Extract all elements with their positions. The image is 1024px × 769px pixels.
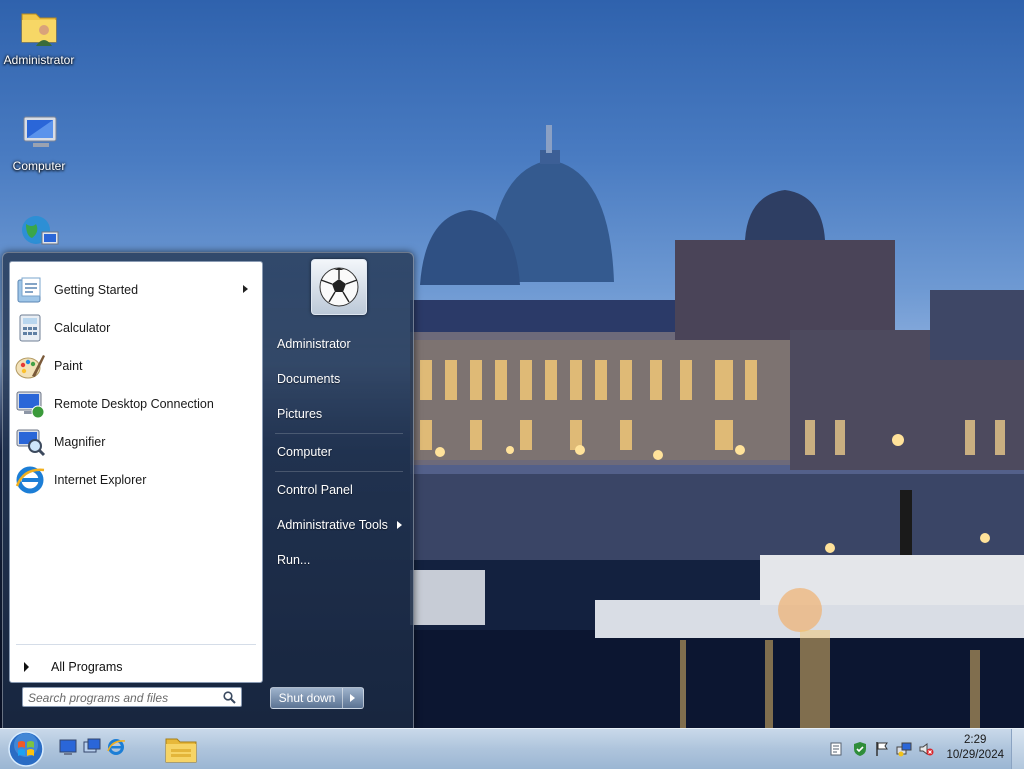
program-label: Getting Started: [54, 283, 139, 297]
desktop-icon-administrator[interactable]: Administrator: [0, 6, 78, 67]
chevron-right-icon: [350, 694, 355, 702]
link-administrative-tools[interactable]: Administrative Tools: [277, 518, 388, 532]
clock-time: 2:29: [964, 734, 987, 746]
link-computer[interactable]: Computer: [277, 445, 332, 459]
programs-separator: [16, 644, 256, 645]
program-label: Magnifier: [54, 435, 106, 449]
link-pictures[interactable]: Pictures: [277, 407, 322, 421]
links-separator: [275, 433, 403, 434]
start-menu: Getting Started Calculator Paint Remote …: [2, 252, 414, 730]
taskbar: 2:29 10/29/2024: [0, 728, 1024, 769]
search-placeholder: Search programs and files: [28, 691, 169, 705]
program-label: Calculator: [54, 321, 111, 335]
volume-muted-icon[interactable]: [918, 741, 934, 757]
desktop-icon-computer[interactable]: Computer: [0, 112, 78, 173]
links-separator: [275, 471, 403, 472]
link-administrator[interactable]: Administrator: [277, 337, 351, 351]
user-picture[interactable]: [311, 259, 367, 315]
search-icon[interactable]: [223, 691, 236, 704]
calculator-icon: [19, 314, 41, 342]
show-desktop-button[interactable]: [1011, 729, 1024, 769]
windows-explorer-icon[interactable]: [160, 731, 202, 767]
windows-orb-icon[interactable]: [6, 730, 46, 768]
switch-windows-icon[interactable]: [82, 737, 102, 757]
start-menu-programs-pane: Getting Started Calculator Paint Remote …: [9, 261, 263, 683]
show-desktop-icon[interactable]: [58, 737, 78, 757]
all-programs-button[interactable]: All Programs: [20, 654, 250, 680]
remote-desktop-icon: [16, 391, 45, 419]
search-area: Search programs and files: [9, 681, 261, 721]
user-folder-icon: [21, 13, 57, 46]
link-label: Administrative Tools: [277, 518, 388, 532]
security-shield-icon[interactable]: [852, 741, 868, 757]
shutdown-button[interactable]: Shut down: [270, 687, 344, 709]
link-documents[interactable]: Documents: [277, 372, 340, 386]
search-input[interactable]: Search programs and files: [22, 687, 242, 707]
program-internet-explorer[interactable]: Internet Explorer: [14, 462, 258, 498]
getting-started-icon: [17, 277, 41, 303]
program-label: Remote Desktop Connection: [54, 397, 214, 411]
link-run[interactable]: Run...: [277, 553, 310, 567]
internet-explorer-icon[interactable]: [106, 737, 126, 757]
system-tray: 2:29 10/29/2024: [814, 729, 1024, 769]
program-remote-desktop-connection[interactable]: Remote Desktop Connection: [14, 386, 258, 422]
program-label: Internet Explorer: [54, 473, 147, 487]
notes-icon[interactable]: [828, 741, 844, 757]
chevron-right-icon: [24, 662, 29, 672]
desktop-icon-label: Computer: [12, 159, 66, 173]
start-menu-links-pane: Administrator Documents Pictures Compute…: [265, 253, 413, 729]
network-icon: [22, 216, 59, 245]
program-getting-started[interactable]: Getting Started: [14, 272, 258, 308]
clock-date: 10/29/2024: [946, 749, 1004, 761]
program-calculator[interactable]: Calculator: [14, 310, 258, 346]
clock[interactable]: 2:29 10/29/2024: [946, 733, 1004, 763]
program-paint[interactable]: Paint: [14, 348, 258, 384]
computer-icon: [23, 116, 57, 147]
submenu-arrow-icon: [397, 521, 402, 529]
internet-explorer-icon: [15, 466, 45, 494]
program-magnifier[interactable]: Magnifier: [14, 424, 258, 460]
shutdown-options-button[interactable]: [342, 687, 364, 709]
paint-icon: [15, 355, 45, 379]
link-control-panel[interactable]: Control Panel: [277, 483, 353, 497]
all-programs-label: All Programs: [51, 660, 123, 674]
desktop-icon-label: Administrator: [3, 53, 75, 67]
program-label: Paint: [54, 359, 83, 373]
magnifier-icon: [16, 429, 46, 457]
action-center-flag-icon[interactable]: [874, 741, 890, 757]
network-icon[interactable]: [896, 741, 912, 757]
submenu-arrow-icon: [243, 285, 248, 293]
soccer-ball-icon: [319, 267, 359, 307]
